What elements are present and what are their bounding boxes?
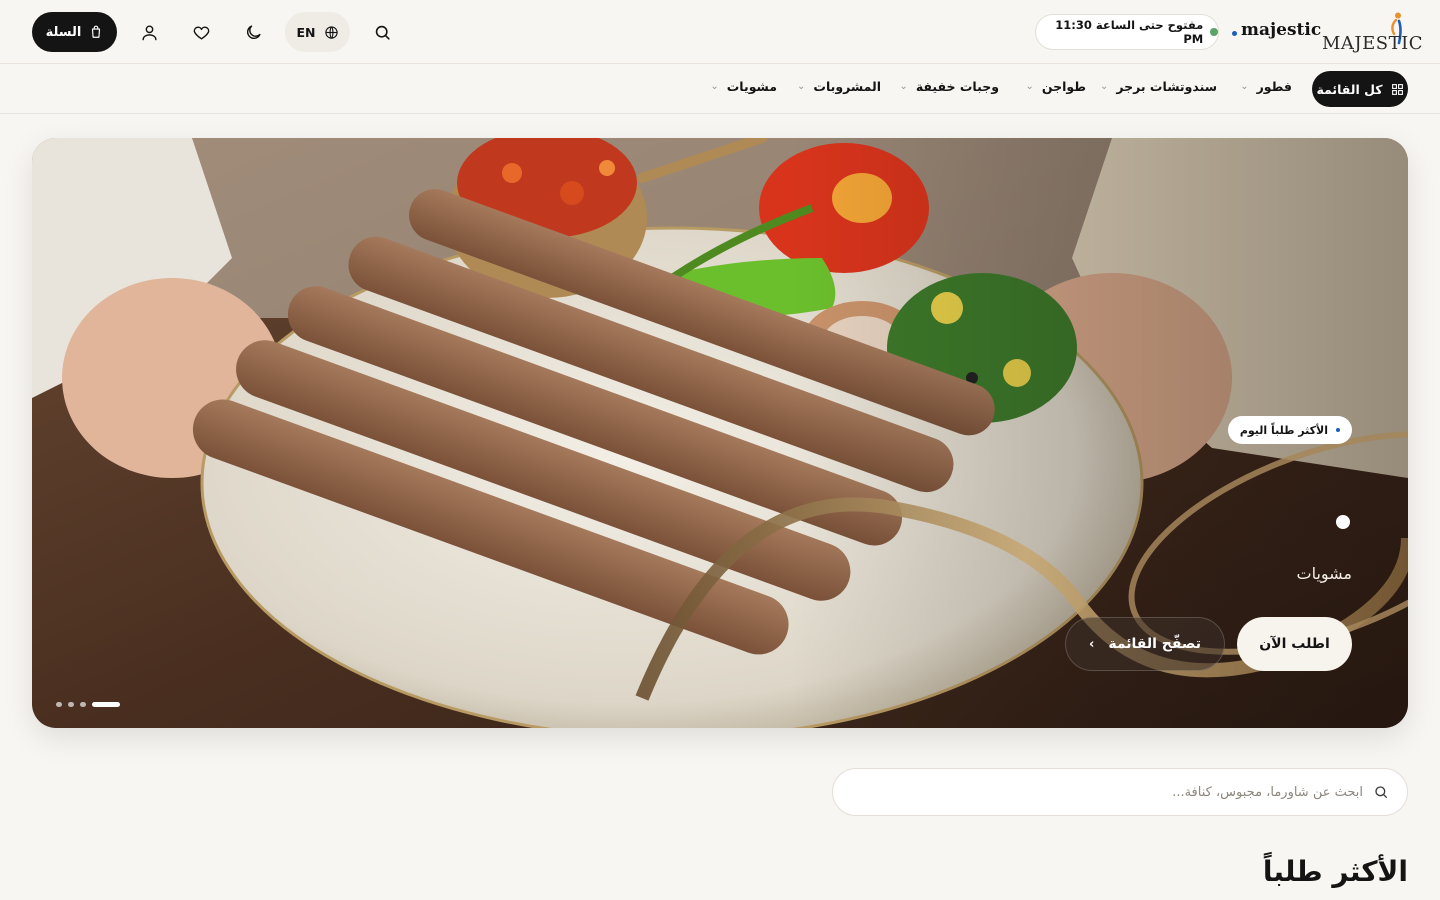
menu-search-input[interactable]: [883, 784, 1363, 800]
category-nav: كل القائمة فطور ⌄ سندوتشات برجر ⌄ طواجن …: [0, 65, 1440, 114]
brand-name-text: majestic: [1241, 20, 1322, 40]
chevron-down-icon: ⌄: [710, 81, 719, 92]
decorative-dot: [1336, 515, 1350, 529]
section-title: الأكثر طلباً: [1262, 855, 1408, 888]
logo-text: MAJESTIC: [1322, 33, 1424, 54]
category-drinks[interactable]: المشروبات ⌄: [797, 79, 881, 94]
opening-hours-text: مفتوح حتى الساعة 11:30 PM: [1055, 18, 1204, 46]
slider-pagination: [56, 702, 120, 707]
moon-icon: [246, 24, 261, 39]
globe-icon: [324, 25, 338, 39]
badge-label: الأكثر طلباً اليوم: [1239, 423, 1328, 437]
cart-button[interactable]: السلة: [32, 12, 117, 52]
search-icon: [1375, 786, 1387, 798]
opening-hours-status: مفتوح حتى الساعة 11:30 PM: [1035, 14, 1219, 50]
grid-icon: [1391, 83, 1403, 95]
category-label: وجبات خفيفة: [915, 79, 999, 94]
search-icon: [375, 25, 390, 40]
brand-dot: [1232, 30, 1237, 36]
category-breakfast[interactable]: فطور ⌄: [1240, 79, 1292, 94]
brand-logo[interactable]: MAJESTIC: [1322, 12, 1423, 54]
category-label: سندوتشات برجر: [1116, 79, 1217, 94]
slide-dot-active[interactable]: [92, 702, 120, 707]
order-now-label: اطلب الآن: [1259, 636, 1330, 652]
browse-menu-label: تصفّح القائمة: [1108, 636, 1201, 652]
account-button[interactable]: [129, 12, 169, 52]
category-burger-sandwiches[interactable]: سندوتشات برجر ⌄: [1100, 79, 1217, 94]
open-status-dot: [1210, 28, 1218, 36]
hero-banner[interactable]: الأكثر طلباً اليوم مشويات اطلب الآن تصفّ…: [32, 138, 1408, 728]
shopping-bag-icon: [92, 25, 101, 38]
chevron-right-icon: ›: [1089, 636, 1095, 652]
wishlist-button[interactable]: [181, 12, 221, 52]
heart-icon: [193, 26, 209, 40]
slide-dot[interactable]: [80, 702, 86, 707]
category-grills[interactable]: مشويات ⌄: [710, 79, 777, 94]
language-button[interactable]: EN: [285, 12, 350, 52]
chevron-down-icon: ⌄: [1240, 81, 1249, 92]
category-tagines[interactable]: طواجن ⌄: [1025, 79, 1086, 94]
chevron-down-icon: ⌄: [1025, 81, 1034, 92]
category-label: فطور: [1256, 79, 1292, 94]
all-menu-label: كل القائمة: [1316, 81, 1383, 97]
order-now-button[interactable]: اطلب الآن: [1237, 617, 1352, 671]
hero-title: مشويات: [1296, 564, 1353, 583]
chevron-down-icon: ⌄: [899, 81, 908, 92]
category-label: المشروبات: [813, 79, 881, 94]
language-label: EN: [296, 24, 316, 40]
category-label: مشويات: [726, 79, 777, 94]
most-ordered-badge: الأكثر طلباً اليوم: [1227, 416, 1352, 444]
cart-label: السلة: [45, 24, 82, 40]
chevron-down-icon: ⌄: [1099, 81, 1109, 92]
user-icon: [141, 24, 157, 40]
slide-dot[interactable]: [56, 702, 62, 707]
category-snacks[interactable]: وجبات خفيفة ⌄: [899, 79, 999, 94]
theme-toggle-button[interactable]: [233, 12, 273, 52]
chevron-down-icon: ⌄: [797, 81, 806, 92]
category-label: طواجن: [1041, 79, 1086, 94]
all-menu-button[interactable]: كل القائمة: [1312, 71, 1408, 107]
badge-dot: [1336, 428, 1340, 432]
menu-search-bar: [832, 768, 1408, 816]
top-header: السلة EN مفتوح حتى الساعة 11:30 PM majes…: [0, 0, 1440, 64]
search-button[interactable]: [362, 12, 402, 52]
browse-menu-button[interactable]: تصفّح القائمة ›: [1065, 617, 1225, 671]
slide-dot[interactable]: [68, 702, 74, 707]
brand-name[interactable]: majestic: [1232, 20, 1321, 40]
